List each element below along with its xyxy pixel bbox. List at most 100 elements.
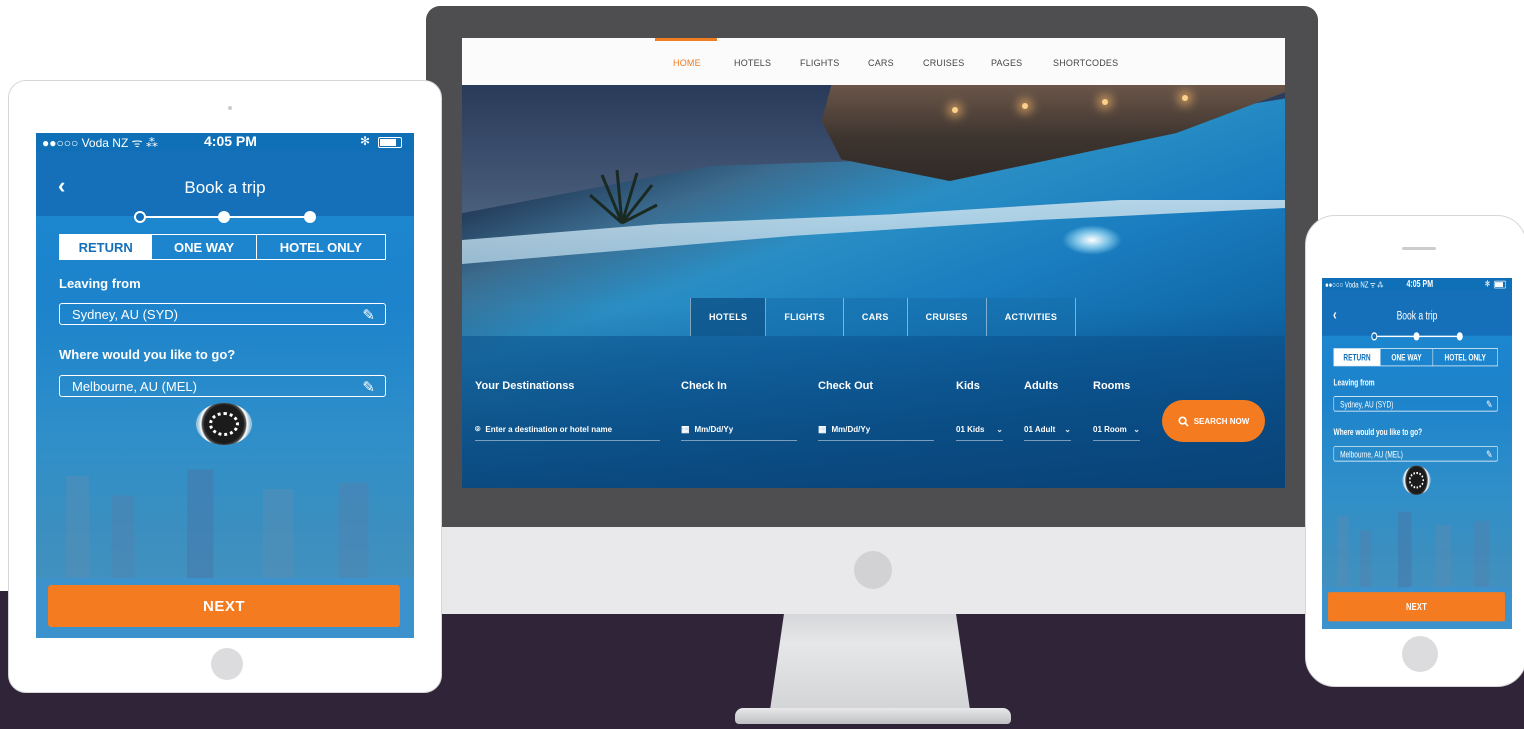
chevron-down-icon: ⌄ <box>1064 424 1071 434</box>
hero-pool-light <box>1062 225 1122 255</box>
search-panel <box>462 336 1285 488</box>
pencil-icon: ✎ <box>1486 448 1493 461</box>
nav-cars[interactable]: CARS <box>868 58 894 68</box>
segment-one-way[interactable]: ONE WAY <box>152 235 257 259</box>
next-button[interactable]: NEXT <box>1328 592 1505 622</box>
tab-activities[interactable]: ACTIVITIES <box>987 298 1077 336</box>
leaving-from-field[interactable]: Sydney, AU (SYD) ✎ <box>1333 396 1498 412</box>
nav-cruises[interactable]: CRUISES <box>923 58 964 68</box>
step-progress <box>134 211 316 223</box>
segment-hotel-only[interactable]: HOTEL ONLY <box>1433 349 1497 366</box>
desktop-website: HOME HOTELS FLIGHTS CARS CRUISES PAGES S… <box>462 38 1285 488</box>
destination-field[interactable]: Melbourne, AU (MEL) ✎ <box>1333 446 1498 462</box>
destination-value: Melbourne, AU (MEL) <box>72 378 197 394</box>
nav-shortcodes[interactable]: SHORTCODES <box>1053 58 1118 68</box>
tab-cars[interactable]: CARS <box>844 298 908 336</box>
bluetooth-icon: ✻ <box>360 134 371 148</box>
nav-home[interactable]: HOME <box>673 58 701 68</box>
nav-flights[interactable]: FLIGHTS <box>800 58 839 68</box>
bluetooth-icon: ✻ <box>1484 278 1490 289</box>
segment-one-way[interactable]: ONE WAY <box>1381 348 1433 366</box>
adults-value: 01 Adult <box>1024 424 1056 434</box>
tablet-camera <box>228 106 232 110</box>
monitor-stand-neck <box>770 600 970 710</box>
search-icon <box>1178 415 1189 427</box>
checkin-input[interactable]: ▦ Mm/Dd/Yy <box>681 418 797 441</box>
loading-spinner-icon <box>1402 465 1431 495</box>
destination-input[interactable]: ⌾ Enter a destination or hotel name <box>475 418 660 441</box>
status-bar: ●●○○○ Voda NZ ᯤ ⁂ 4:05 PM ✻ <box>1322 278 1512 291</box>
calendar-icon: ▦ <box>681 423 690 434</box>
tablet-screen: ●●○○○ Voda NZ ᯤ ⁂ 4:05 PM ✻ ‹ Book a tri… <box>36 133 414 638</box>
monitor-stand-foot <box>735 708 1011 724</box>
phone-home-button <box>1402 636 1438 672</box>
search-now-label: SEARCH NOW <box>1193 416 1250 426</box>
step-dot <box>304 211 316 223</box>
tablet-app: ●●○○○ Voda NZ ᯤ ⁂ 4:05 PM ✻ ‹ Book a tri… <box>36 133 414 638</box>
phone-speaker <box>1402 247 1436 250</box>
adults-select[interactable]: 01 Adult ⌄ <box>1024 418 1071 441</box>
step-dot <box>218 211 230 223</box>
footer-bar: NEXT <box>36 578 414 638</box>
kids-label: Kids <box>956 380 980 392</box>
tablet-home-button <box>211 648 243 680</box>
tab-flights[interactable]: FLIGHTS <box>766 298 844 336</box>
leaving-from-label: Leaving from <box>59 276 141 291</box>
footer-bar: NEXT <box>1322 587 1512 629</box>
checkout-input[interactable]: ▦ Mm/Dd/Yy <box>818 418 934 441</box>
phone-device: ●●○○○ Voda NZ ᯤ ⁂ 4:05 PM ✻ ‹ Book a tri… <box>1305 215 1524 687</box>
destination-field[interactable]: Melbourne, AU (MEL) ✎ <box>59 375 386 397</box>
hero-terrace <box>821 85 1285 181</box>
leaving-from-label: Leaving from <box>1333 377 1375 388</box>
step-progress <box>1371 332 1463 341</box>
destination-value: Melbourne, AU (MEL) <box>1340 448 1403 460</box>
app-header: ‹ Book a trip <box>36 151 414 223</box>
rooms-select[interactable]: 01 Room ⌄ <box>1093 418 1140 441</box>
checkin-placeholder: Mm/Dd/Yy <box>694 424 734 434</box>
rooms-label: Rooms <box>1093 380 1131 392</box>
step-dot <box>1456 332 1463 341</box>
rooms-value: 01 Room <box>1093 424 1127 434</box>
hero-plant <box>589 169 658 225</box>
battery-icon <box>378 137 402 148</box>
hero-lamp <box>1022 103 1028 109</box>
chevron-down-icon: ⌄ <box>996 424 1003 434</box>
search-tabs: HOTELS FLIGHTS CARS CRUISES ACTIVITIES <box>690 298 1077 336</box>
kids-value: 01 Kids <box>956 424 985 434</box>
destination-placeholder: Enter a destination or hotel name <box>485 424 613 434</box>
pencil-icon: ✎ <box>1486 398 1493 411</box>
battery-icon <box>1493 280 1506 289</box>
nav-hotels[interactable]: HOTELS <box>734 58 771 68</box>
location-pin-icon: ⌾ <box>475 423 481 434</box>
adults-label: Adults <box>1024 380 1059 392</box>
city-skyline-background <box>36 469 414 593</box>
search-now-button[interactable]: SEARCH NOW <box>1162 400 1265 442</box>
nav-pages[interactable]: PAGES <box>991 58 1022 68</box>
step-dot <box>134 211 146 223</box>
destination-question-label: Where would you like to go? <box>1333 426 1423 438</box>
calendar-icon: ▦ <box>818 423 827 434</box>
pencil-icon: ✎ <box>362 307 375 324</box>
carrier-text: ●●○○○ Voda NZ ᯤ ⁂ <box>1325 280 1384 290</box>
kids-select[interactable]: 01 Kids ⌄ <box>956 418 1003 441</box>
chevron-down-icon: ⌄ <box>1133 424 1140 434</box>
next-button[interactable]: NEXT <box>48 585 400 627</box>
checkout-label: Check Out <box>818 380 874 392</box>
tab-hotels[interactable]: HOTELS <box>690 298 767 336</box>
segment-hotel-only[interactable]: HOTEL ONLY <box>257 235 385 259</box>
monitor-logo-button <box>854 551 892 589</box>
segment-return[interactable]: RETURN <box>60 235 153 259</box>
carrier-text: ●●○○○ Voda NZ ᯤ ⁂ <box>42 136 158 150</box>
nav-active-indicator <box>655 38 717 41</box>
leaving-from-field[interactable]: Sydney, AU (SYD) ✎ <box>59 303 386 325</box>
phone-screen: ●●○○○ Voda NZ ᯤ ⁂ 4:05 PM ✻ ‹ Book a tri… <box>1322 278 1512 629</box>
tab-cruises[interactable]: CRUISES <box>908 298 987 336</box>
leaving-from-value: Sydney, AU (SYD) <box>1340 398 1394 410</box>
top-navigation: HOME HOTELS FLIGHTS CARS CRUISES PAGES S… <box>462 38 1285 85</box>
city-skyline-background <box>1322 511 1512 598</box>
segment-return[interactable]: RETURN <box>1334 348 1381 366</box>
hero-lamp <box>952 107 958 113</box>
page-title: Book a trip <box>184 178 266 197</box>
trip-type-selector: RETURN ONE WAY HOTEL ONLY <box>1333 348 1498 367</box>
checkin-label: Check In <box>681 380 727 392</box>
